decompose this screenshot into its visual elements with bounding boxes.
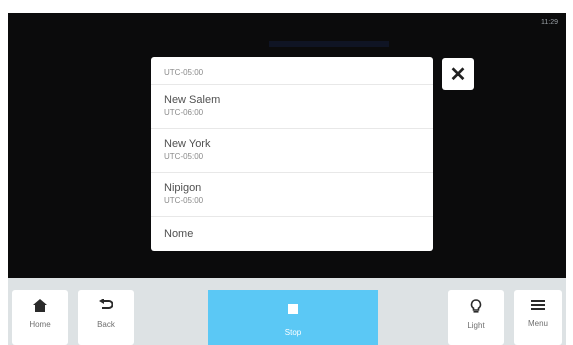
light-button[interactable]: Light	[448, 290, 504, 345]
timezone-offset: UTC-05:00	[164, 68, 204, 77]
device-screen: 11:29 UTC-05:00 New Salem UTC-06:00 New …	[8, 13, 566, 345]
status-clock: 11:29	[541, 19, 558, 26]
close-icon: ✕	[449, 63, 467, 86]
home-label: Home	[29, 320, 51, 329]
stop-icon	[288, 304, 298, 314]
list-item-timezone[interactable]: Nome	[151, 217, 433, 251]
stop-button[interactable]: Stop	[208, 290, 378, 345]
menu-button[interactable]: Menu	[514, 290, 562, 345]
timezone-offset: UTC-06:00	[164, 108, 204, 117]
list-item-timezone[interactable]: Nipigon UTC-05:00	[151, 173, 433, 217]
background-header-bar	[269, 41, 389, 47]
back-button[interactable]: Back	[78, 290, 134, 345]
timezone-offset: UTC-05:00	[164, 152, 204, 161]
back-label: Back	[97, 320, 115, 329]
list-item-timezone[interactable]: New York UTC-05:00	[151, 129, 433, 173]
list-item-timezone[interactable]: UTC-05:00	[151, 57, 433, 85]
hamburger-menu-icon	[531, 300, 545, 310]
timezone-name: Nipigon	[164, 182, 202, 194]
lightbulb-icon	[470, 299, 482, 313]
bottom-toolbar: Home Back Stop Light Menu	[8, 278, 566, 345]
light-label: Light	[467, 321, 485, 330]
close-button[interactable]: ✕	[442, 58, 474, 90]
timezone-name: New Salem	[164, 94, 221, 106]
back-arrow-icon	[99, 299, 113, 309]
timezone-offset: UTC-05:00	[164, 196, 204, 205]
home-icon	[33, 299, 47, 312]
list-item-timezone[interactable]: New Salem UTC-06:00	[151, 85, 433, 129]
menu-label: Menu	[527, 319, 548, 328]
timezone-name: New York	[164, 138, 211, 150]
stop-label: Stop	[284, 328, 302, 337]
home-button[interactable]: Home	[12, 290, 68, 345]
timezone-dropdown-list[interactable]: UTC-05:00 New Salem UTC-06:00 New York U…	[151, 57, 433, 251]
timezone-name: Nome	[164, 228, 194, 240]
